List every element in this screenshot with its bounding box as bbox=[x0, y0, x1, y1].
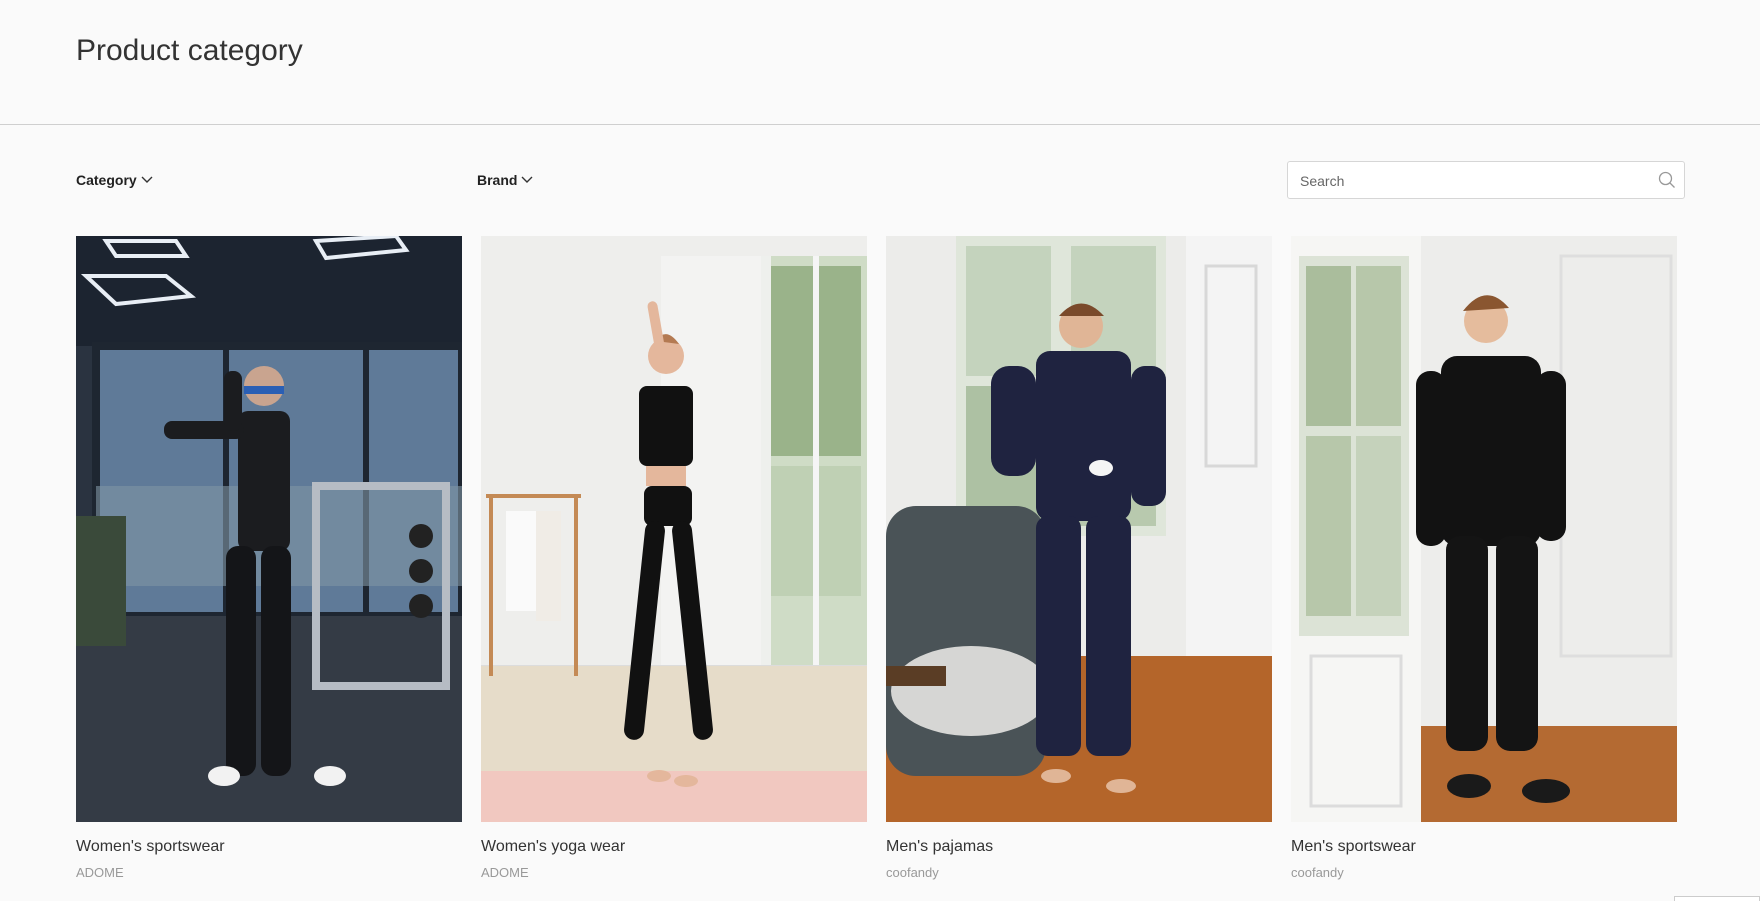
product-brand: ADOME bbox=[481, 865, 529, 880]
page-title: Product category bbox=[76, 34, 303, 67]
search-icon[interactable] bbox=[1658, 171, 1676, 194]
product-brand: coofandy bbox=[1291, 865, 1344, 880]
brand-filter-label: Brand bbox=[477, 172, 518, 188]
product-name[interactable]: Men's pajamas bbox=[886, 838, 1272, 856]
brand-filter-dropdown[interactable]: Brand bbox=[477, 172, 533, 188]
product-card[interactable]: Women's yoga wear ADOME bbox=[481, 236, 867, 880]
search-box bbox=[1287, 161, 1685, 200]
category-filter-dropdown[interactable]: Category bbox=[76, 172, 153, 188]
product-name[interactable]: Men's sportswear bbox=[1291, 838, 1677, 856]
product-card[interactable]: Women's sportswear ADOME bbox=[76, 236, 462, 880]
corner-widget[interactable] bbox=[1674, 896, 1760, 901]
search-input[interactable] bbox=[1298, 162, 1642, 200]
product-image[interactable] bbox=[886, 236, 1272, 822]
product-name[interactable]: Women's sportswear bbox=[76, 838, 462, 856]
page-header: Product category bbox=[0, 0, 1760, 125]
product-card[interactable]: Men's pajamas coofandy bbox=[886, 236, 1272, 880]
category-filter-label: Category bbox=[76, 172, 137, 188]
chevron-down-icon bbox=[141, 176, 153, 184]
product-card[interactable]: Men's sportswear coofandy bbox=[1291, 236, 1677, 880]
product-name[interactable]: Women's yoga wear bbox=[481, 838, 867, 856]
product-image[interactable] bbox=[76, 236, 462, 822]
product-image[interactable] bbox=[1291, 236, 1677, 822]
product-image[interactable] bbox=[481, 236, 867, 822]
filter-bar: Category Brand bbox=[0, 125, 1760, 237]
chevron-down-icon bbox=[521, 176, 533, 184]
product-brand: coofandy bbox=[886, 865, 939, 880]
product-brand: ADOME bbox=[76, 865, 124, 880]
